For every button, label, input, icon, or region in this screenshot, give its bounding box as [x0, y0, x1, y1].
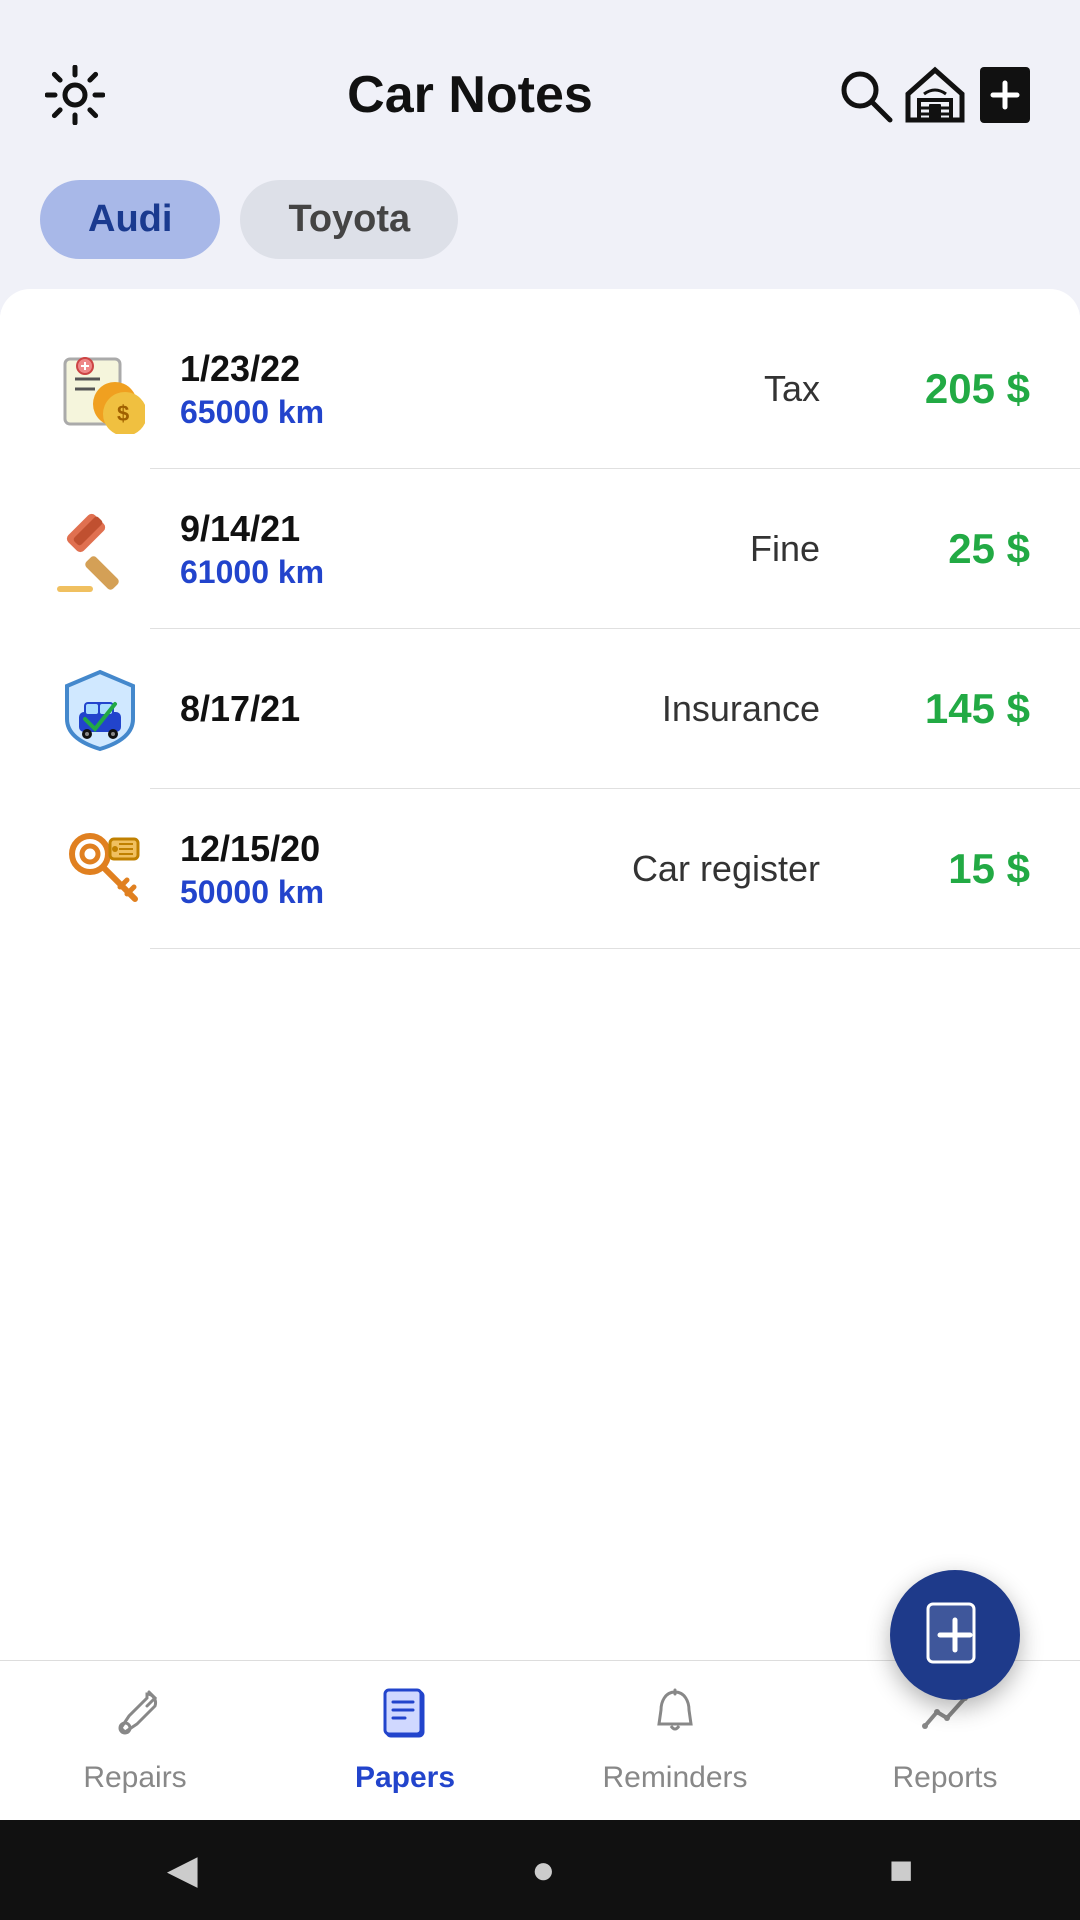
item-km: 61000 km [180, 554, 700, 591]
header: Car Notes [0, 0, 1080, 160]
list-item[interactable]: 9/14/21 61000 km Fine 25 $ [0, 469, 1080, 629]
list-item[interactable]: $ 1/23/22 65000 km Tax 205 $ [0, 309, 1080, 469]
list-item[interactable]: 8/17/21 Insurance 145 $ [0, 629, 1080, 789]
item-date: 1/23/22 [180, 348, 714, 390]
system-nav: ◀ ● ■ [0, 1820, 1080, 1920]
bell-icon [649, 1686, 701, 1751]
item-date: 8/17/21 [180, 688, 612, 730]
nav-reminders[interactable]: Reminders [540, 1661, 810, 1820]
home-button[interactable]: ● [531, 1848, 555, 1893]
item-type: Fine [750, 528, 820, 570]
back-button[interactable]: ◀ [167, 1847, 198, 1893]
tab-audi[interactable]: Audi [40, 180, 220, 259]
nav-reminders-label: Reminders [602, 1761, 747, 1795]
item-amount: 25 $ [850, 525, 1030, 573]
item-amount: 15 $ [850, 845, 1030, 893]
add-document-icon[interactable] [970, 60, 1040, 130]
item-info: 9/14/21 61000 km [180, 508, 700, 591]
fine-icon [50, 499, 150, 599]
add-paper-fab[interactable] [890, 1570, 1020, 1700]
search-icon[interactable] [830, 60, 900, 130]
svg-text:$: $ [117, 401, 129, 426]
nav-repairs[interactable]: Repairs [0, 1661, 270, 1820]
list-item[interactable]: 12/15/20 50000 km Car register 15 $ [0, 789, 1080, 949]
garage-icon[interactable] [900, 60, 970, 130]
wrench-icon [109, 1686, 161, 1751]
nav-papers-label: Papers [355, 1761, 455, 1795]
car-register-icon [50, 819, 150, 919]
item-date: 12/15/20 [180, 828, 582, 870]
item-info: 8/17/21 [180, 688, 612, 730]
tax-icon: $ [50, 339, 150, 439]
app-title: Car Notes [110, 65, 830, 125]
settings-icon[interactable] [40, 60, 110, 130]
item-type: Tax [764, 368, 820, 410]
entries-list: $ 1/23/22 65000 km Tax 205 $ [0, 289, 1080, 1660]
item-amount: 145 $ [850, 685, 1030, 733]
item-info: 1/23/22 65000 km [180, 348, 714, 431]
papers-icon [379, 1686, 431, 1751]
nav-reports-label: Reports [892, 1761, 997, 1795]
item-km: 50000 km [180, 874, 582, 911]
item-type: Insurance [662, 688, 820, 730]
car-tabs: Audi Toyota [0, 160, 1080, 289]
insurance-icon [50, 659, 150, 759]
item-date: 9/14/21 [180, 508, 700, 550]
item-amount: 205 $ [850, 365, 1030, 413]
item-km: 65000 km [180, 394, 714, 431]
tab-toyota[interactable]: Toyota [240, 180, 458, 259]
recents-button[interactable]: ■ [889, 1848, 913, 1893]
item-type: Car register [632, 848, 820, 890]
item-info: 12/15/20 50000 km [180, 828, 582, 911]
nav-repairs-label: Repairs [83, 1761, 186, 1795]
nav-papers[interactable]: Papers [270, 1661, 540, 1820]
